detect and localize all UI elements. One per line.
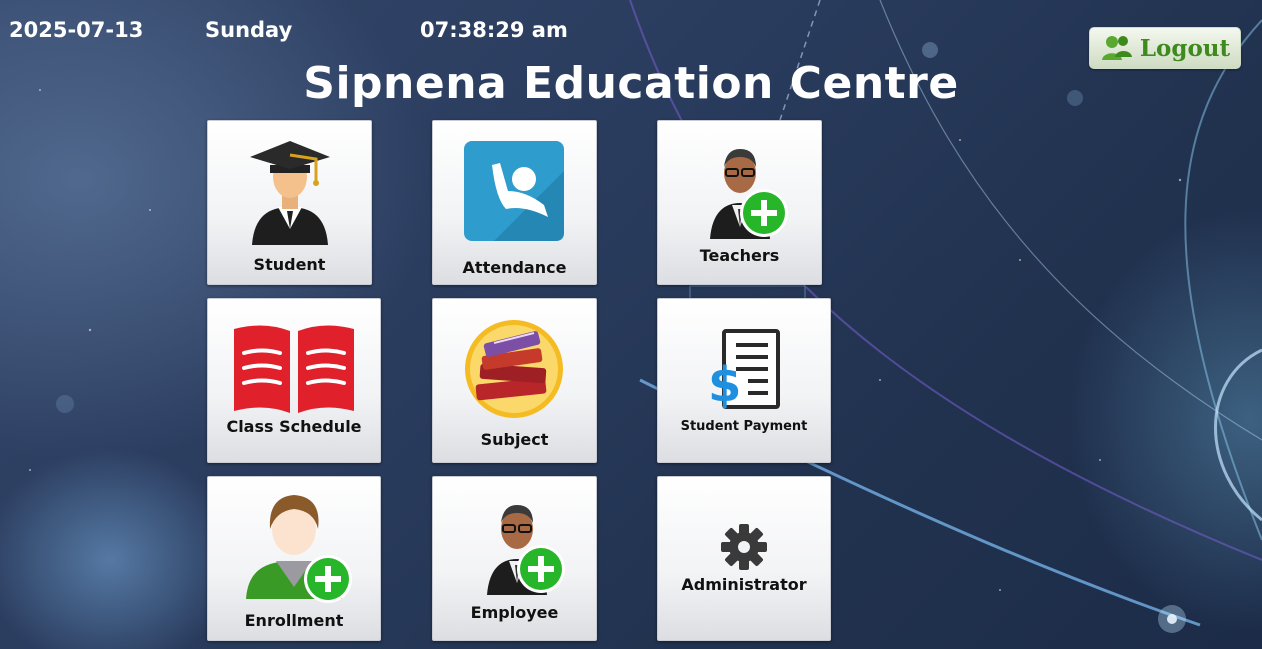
users-icon bbox=[1101, 36, 1132, 60]
payment-document-icon: $ bbox=[708, 329, 780, 413]
teachers-tile[interactable]: Teachers bbox=[657, 120, 822, 285]
teachers-label: Teachers bbox=[699, 246, 780, 265]
date-display: 2025-07-13 bbox=[9, 18, 144, 42]
teacher-add-icon bbox=[710, 149, 788, 239]
student-tile[interactable]: Student bbox=[207, 120, 372, 285]
class-schedule-label: Class Schedule bbox=[226, 417, 362, 436]
employee-add-icon bbox=[487, 505, 565, 595]
gear-icon bbox=[721, 524, 767, 570]
enrollment-label: Enrollment bbox=[244, 611, 344, 630]
administrator-tile[interactable]: Administrator bbox=[657, 476, 831, 641]
graduate-icon bbox=[250, 141, 330, 245]
administrator-label: Administrator bbox=[681, 575, 807, 594]
logout-label: Logout bbox=[1139, 34, 1231, 62]
logout-button[interactable]: Logout bbox=[1089, 27, 1241, 69]
employee-label: Employee bbox=[470, 603, 559, 622]
svg-text:$: $ bbox=[708, 357, 741, 413]
attendance-tile[interactable]: Attendance bbox=[432, 120, 597, 285]
student-payment-label: Student Payment bbox=[680, 419, 808, 434]
page-title: Sipnena Education Centre bbox=[303, 58, 959, 109]
books-icon bbox=[465, 320, 563, 418]
open-book-icon bbox=[234, 325, 354, 413]
employee-tile[interactable]: Employee bbox=[432, 476, 597, 641]
student-payment-tile[interactable]: $ Student Payment bbox=[657, 298, 831, 463]
user-add-icon bbox=[246, 495, 352, 603]
enrollment-tile[interactable]: Enrollment bbox=[207, 476, 381, 641]
attendance-label: Attendance bbox=[462, 258, 567, 277]
student-label: Student bbox=[253, 255, 326, 274]
subject-label: Subject bbox=[480, 430, 549, 449]
class-schedule-tile[interactable]: Class Schedule bbox=[207, 298, 381, 463]
time-display: 07:38:29 am bbox=[420, 18, 568, 42]
subject-tile[interactable]: Subject bbox=[432, 298, 597, 463]
attendance-icon bbox=[464, 141, 564, 241]
day-display: Sunday bbox=[205, 18, 293, 42]
